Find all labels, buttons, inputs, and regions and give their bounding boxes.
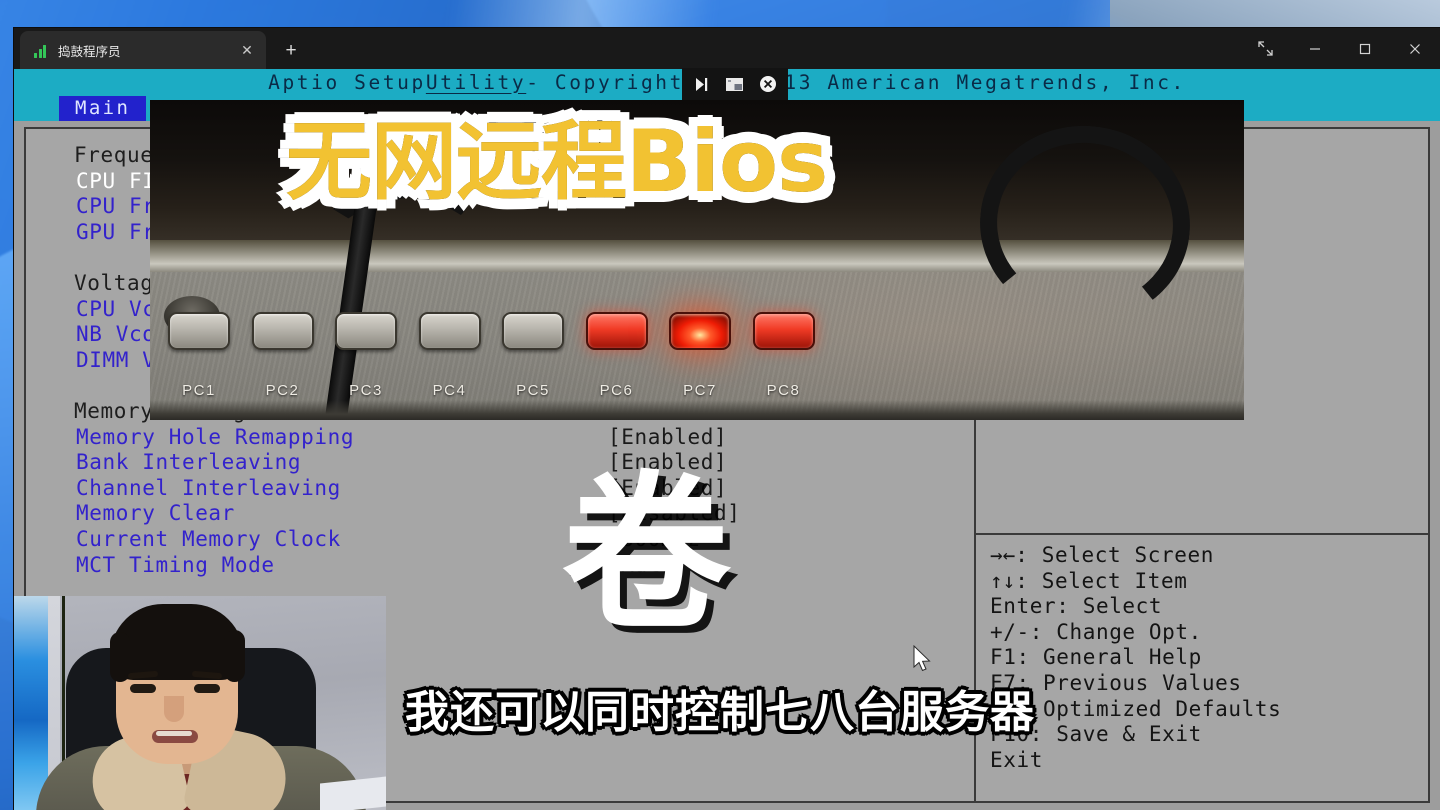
kvm-port-button[interactable] [585,312,648,350]
bios-setting-label: Channel Interleaving [76,475,341,500]
tab-close-icon[interactable]: ✕ [236,39,258,61]
bios-setting-row[interactable]: Bank Interleaving [Enabled] [56,450,974,476]
bios-setting-label: Current Memory Clock [76,526,341,551]
close-window-button[interactable] [1390,28,1440,69]
bios-setting-value: [Enabled] [608,424,728,449]
signal-bars-icon [34,43,49,58]
window-controls [1240,28,1440,69]
video-title-caption: 无网远程Bios [284,112,829,212]
kvm-port-label: PC8 [766,382,801,399]
window-titlebar: 捣鼓程序员 ✕ + [14,28,1440,69]
bios-help-row: Exit [990,748,1281,774]
kvm-port-label: PC7 [683,382,717,399]
kvm-port-button[interactable] [418,312,481,350]
kvm-port-button[interactable] [251,312,314,350]
kvm-port-label: PC2 [265,382,300,399]
bios-setting-row[interactable]: Channel Interleaving [Enabled] [56,476,974,502]
video-overlay-toolbar[interactable] [682,68,788,100]
kvm-port-label: PC5 [516,382,550,399]
kvm-port-label: PC1 [182,382,216,399]
kvm-port-button[interactable] [752,312,815,350]
kvm-port-button[interactable] [168,312,230,350]
bios-setting-label: Memory Hole Remapping [76,424,355,449]
kvm-port-label: PC6 [599,382,634,399]
emphasis-character: 卷 [562,456,730,652]
person-hair-side-right [224,630,245,682]
bios-setting-label: Memory Clear [76,501,235,526]
bios-help-text: Exit [990,747,1043,772]
bios-help-text: F1: General Help [990,645,1202,670]
webcam-desk-paper [320,776,386,810]
picture-in-picture-icon[interactable] [723,72,747,96]
new-tab-button[interactable]: + [276,35,306,65]
bios-title-before: Aptio Setup [268,70,426,94]
kvm-port-label: PC3 [349,382,383,399]
bios-setting-row[interactable]: MCT Timing Mode [Auto] [56,553,974,579]
tab-title: 捣鼓程序员 [58,44,121,59]
split-screen-button[interactable] [1240,28,1290,69]
bios-help-row: Enter: Select [990,594,1281,620]
bios-tab-main[interactable]: Main [59,95,147,121]
bios-help-keys: ↑↓ [990,568,1016,593]
help-divider [976,533,1428,535]
bios-title-underlined: Utility [425,70,527,94]
close-overlay-icon[interactable] [756,72,780,96]
bios-help-row: →←: Select Screen [990,543,1281,569]
bios-setting-row[interactable]: Current Memory Clock 1600MHz [56,527,974,553]
kvm-port-button[interactable] [502,312,564,350]
bios-setting-label: Bank Interleaving [76,450,302,475]
video-bottom-shadow [150,400,1244,420]
bios-setting-row[interactable]: Memory Clear [Disabled] [56,501,974,527]
bios-help-row: ↑↓: Select Item [990,569,1281,595]
bios-help-keys: →← [990,543,1016,567]
bios-setting-label: MCT Timing Mode [76,552,275,577]
bios-help-row: +/-: Change Opt. [990,620,1281,646]
kvm-port-button[interactable] [335,312,397,350]
kvm-port-label: PC4 [432,382,467,399]
kvm-port-button[interactable] [669,312,731,350]
minimize-button[interactable] [1290,28,1340,69]
subtitle-caption: 我还可以同时控制七八台服务器 [405,687,1035,738]
browser-tab[interactable]: 捣鼓程序员 ✕ [20,31,266,69]
cast-icon[interactable] [690,72,714,96]
bios-help-text: : Select Screen [1015,543,1214,567]
bios-help-text: Enter: Select [990,594,1163,619]
bios-help-text: +/-: Change Opt. [990,619,1202,644]
bios-title-after: - Copyright (C) 2013 American Megatrends… [526,70,1186,94]
bios-setting-row[interactable]: Memory Hole Remapping [Enabled] [56,425,974,451]
bios-help-row: F1: General Help [990,645,1281,671]
screenshot-root: 捣鼓程序员 ✕ + Aptio Setup Utility - Copyrigh… [0,0,1440,810]
maximize-button[interactable] [1340,28,1390,69]
bios-help-text: : Select Item [1015,568,1188,593]
